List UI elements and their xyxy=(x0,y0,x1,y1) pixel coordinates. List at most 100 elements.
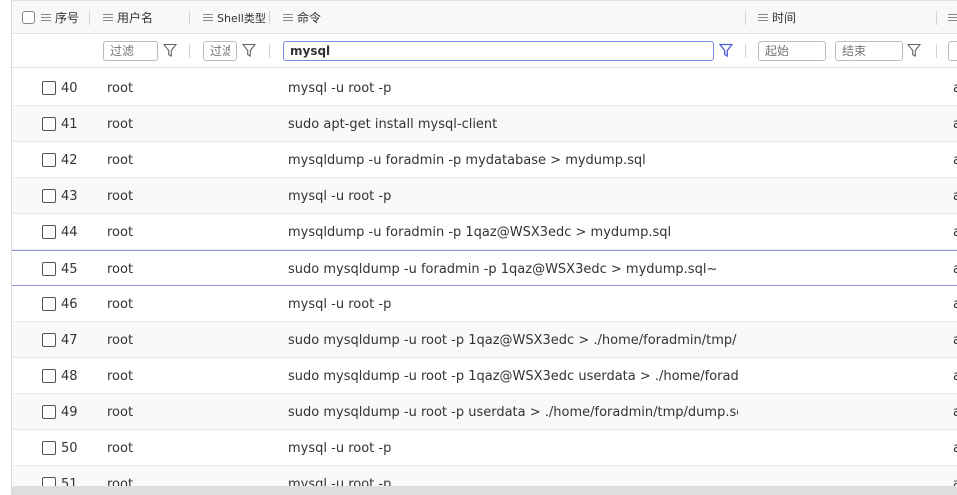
row-user: root xyxy=(107,296,134,312)
shell-filter-input[interactable] xyxy=(203,41,237,61)
row-extra: a xyxy=(953,404,957,420)
header-user-label: 用户名 xyxy=(117,11,154,25)
table-row[interactable]: 51 root mysql -u root -p a xyxy=(12,466,957,486)
row-checkbox[interactable] xyxy=(42,333,56,347)
column-menu-icon[interactable] xyxy=(41,13,51,22)
row-seq: 45 xyxy=(61,261,78,277)
column-menu-icon[interactable] xyxy=(758,13,768,22)
header-command[interactable]: 命令 xyxy=(283,1,321,34)
column-resizer[interactable] xyxy=(189,11,190,25)
column-menu-icon[interactable] xyxy=(103,13,113,22)
header-shell[interactable]: Shell类型 xyxy=(203,1,266,34)
row-extra: a xyxy=(953,296,957,312)
column-menu-icon[interactable] xyxy=(203,13,213,22)
row-seq-cell: 43 xyxy=(42,178,78,214)
filter-icon[interactable] xyxy=(163,43,177,58)
row-command: mysql -u root -p xyxy=(288,188,392,204)
header-command-label: 命令 xyxy=(297,11,322,25)
table-row[interactable]: 43 root mysql -u root -p a xyxy=(12,178,957,214)
row-extra: a xyxy=(953,476,957,487)
row-extra: a xyxy=(953,152,957,168)
filter-row xyxy=(12,34,957,68)
horizontal-scrollbar[interactable] xyxy=(12,486,957,495)
row-seq-cell: 46 xyxy=(42,286,78,322)
filter-active-icon[interactable] xyxy=(719,43,733,58)
row-checkbox[interactable] xyxy=(42,405,56,419)
row-user: root xyxy=(107,440,134,456)
header-extra[interactable] xyxy=(948,1,957,34)
row-extra: a xyxy=(953,80,957,96)
table-row[interactable]: 44 root mysqldump -u foradmin -p 1qaz@WSX3… xyxy=(12,214,957,250)
row-seq: 44 xyxy=(61,224,78,240)
row-checkbox[interactable] xyxy=(42,297,56,311)
table-row[interactable]: 40 root mysql -u root -p a xyxy=(12,70,957,106)
user-filter-input[interactable] xyxy=(103,41,158,61)
row-command: sudo mysqldump -u root -p 1qaz@WSX3edc >… xyxy=(288,332,738,348)
table-row[interactable]: 41 root sudo apt-get install mysql-client a xyxy=(12,106,957,142)
row-seq-cell: 41 xyxy=(42,106,78,142)
filter-icon[interactable] xyxy=(242,43,256,58)
row-extra: a xyxy=(953,224,957,240)
row-checkbox[interactable] xyxy=(42,81,56,95)
column-menu-icon[interactable] xyxy=(948,13,957,22)
row-user: root xyxy=(107,116,134,132)
column-resizer[interactable] xyxy=(745,11,746,25)
column-resizer[interactable] xyxy=(936,11,937,25)
filter-separator xyxy=(269,44,270,58)
row-command: mysql -u root -p xyxy=(288,296,392,312)
table-row[interactable]: 47 root sudo mysqldump -u root -p 1qaz@WSX… xyxy=(12,322,957,358)
row-seq-cell: 48 xyxy=(42,358,78,394)
row-command: sudo apt-get install mysql-client xyxy=(288,116,498,132)
row-user: root xyxy=(107,80,134,96)
time-start-input[interactable] xyxy=(758,41,826,61)
table-row[interactable]: 42 root mysqldump -u foradmin -p mydatabas… xyxy=(12,142,957,178)
row-command: mysql -u root -p xyxy=(288,80,392,96)
header-seq-label: 序号 xyxy=(55,11,80,25)
row-extra: a xyxy=(953,332,957,348)
table-row[interactable]: 50 root mysql -u root -p a xyxy=(12,430,957,466)
select-all-checkbox[interactable] xyxy=(22,11,35,24)
row-command: mysql -u root -p xyxy=(288,476,392,487)
row-checkbox[interactable] xyxy=(42,225,56,239)
history-grid: 序号 用户名 Shell类型 命令 时间 过滤 过滤 mysql 起始 结束 4… xyxy=(12,0,957,486)
filter-icon[interactable] xyxy=(907,43,921,58)
row-command: sudo mysqldump -u root -p 1qaz@WSX3edc u… xyxy=(288,368,738,384)
row-checkbox[interactable] xyxy=(42,477,56,486)
table-row[interactable]: 48 root sudo mysqldump -u root -p 1qaz@WSX… xyxy=(12,358,957,394)
table-row[interactable]: 46 root mysql -u root -p a xyxy=(12,286,957,322)
row-checkbox[interactable] xyxy=(42,262,56,276)
header-seq[interactable]: 序号 xyxy=(22,1,79,34)
header-time[interactable]: 时间 xyxy=(758,1,796,34)
row-seq: 46 xyxy=(61,296,78,312)
grid-header: 序号 用户名 Shell类型 命令 时间 xyxy=(12,0,957,34)
header-user[interactable]: 用户名 xyxy=(103,1,153,34)
time-end-input[interactable] xyxy=(835,41,903,61)
row-checkbox[interactable] xyxy=(42,441,56,455)
row-user: root xyxy=(107,476,134,487)
extra-filter-input[interactable] xyxy=(948,41,957,61)
row-user: root xyxy=(107,332,134,348)
row-seq: 49 xyxy=(61,404,78,420)
row-seq: 41 xyxy=(61,116,78,132)
row-checkbox[interactable] xyxy=(42,369,56,383)
row-user: root xyxy=(107,152,134,168)
row-seq-cell: 45 xyxy=(42,251,78,287)
column-menu-icon[interactable] xyxy=(283,13,293,22)
row-command: mysql -u root -p xyxy=(288,440,392,456)
row-checkbox[interactable] xyxy=(42,117,56,131)
row-seq-cell: 47 xyxy=(42,322,78,358)
row-checkbox[interactable] xyxy=(42,189,56,203)
command-filter-input[interactable] xyxy=(283,41,714,61)
row-seq: 50 xyxy=(61,440,78,456)
table-row[interactable]: 49 root sudo mysqldump -u root -p userdata… xyxy=(12,394,957,430)
row-seq: 48 xyxy=(61,368,78,384)
table-row[interactable]: 45 root sudo mysqldump -u foradmin -p 1qaz… xyxy=(12,250,957,286)
column-resizer[interactable] xyxy=(269,11,270,25)
row-checkbox[interactable] xyxy=(42,153,56,167)
row-seq-cell: 50 xyxy=(42,430,78,466)
filter-separator xyxy=(745,44,746,58)
row-seq: 47 xyxy=(61,332,78,348)
row-extra: a xyxy=(953,188,957,204)
column-resizer[interactable] xyxy=(89,11,90,25)
row-extra: a xyxy=(953,261,957,277)
